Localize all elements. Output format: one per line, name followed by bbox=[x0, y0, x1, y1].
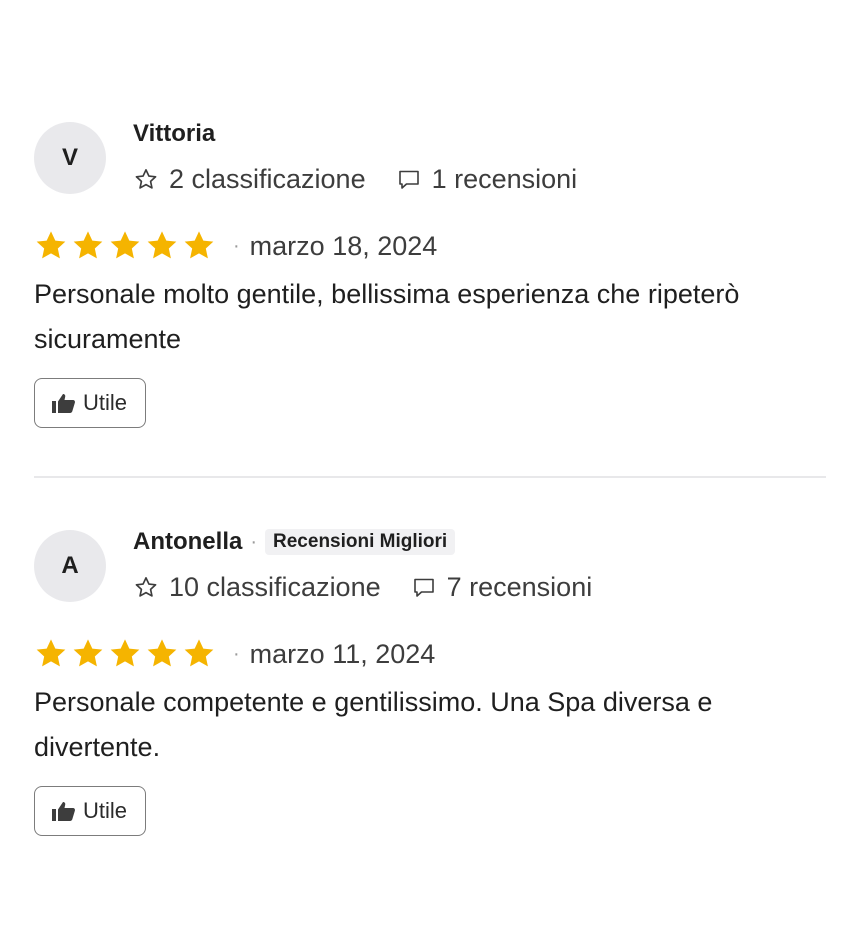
comment-icon bbox=[413, 578, 434, 597]
separator-dot: · bbox=[233, 234, 240, 257]
reviews-count-label: 7 recensioni bbox=[446, 572, 593, 602]
helpful-label: Utile bbox=[83, 798, 128, 823]
thumbs-up-icon bbox=[52, 802, 75, 821]
ratings-count-label: 2 classificazione bbox=[169, 164, 366, 194]
reviewer-name[interactable]: Antonella bbox=[133, 528, 242, 556]
reviews-list: V Vittoria 2 classificazione 1 recension… bbox=[34, 118, 826, 836]
review-item: A Antonella · Recensioni Migliori 10 cla… bbox=[34, 526, 826, 836]
star-icon bbox=[73, 231, 103, 259]
name-row: Antonella · Recensioni Migliori bbox=[133, 526, 592, 558]
avatar[interactable]: A bbox=[34, 530, 106, 602]
star-icon bbox=[110, 639, 140, 667]
star-icon bbox=[36, 639, 66, 667]
reviewer-name[interactable]: Vittoria bbox=[133, 120, 215, 148]
thumbs-up-icon bbox=[52, 394, 75, 413]
avatar[interactable]: V bbox=[34, 122, 106, 194]
review-header: V Vittoria 2 classificazione 1 recension… bbox=[34, 118, 826, 218]
ratings-count: 2 classificazione bbox=[133, 164, 366, 195]
reviews-count-label: 1 recensioni bbox=[431, 164, 578, 194]
star-icon bbox=[147, 639, 177, 667]
star-icon bbox=[36, 231, 66, 259]
star-icon bbox=[184, 231, 214, 259]
reviewer-info: Vittoria 2 classificazione 1 recensioni bbox=[133, 118, 577, 195]
rating-row: · marzo 11, 2024 bbox=[34, 636, 826, 672]
comment-icon bbox=[398, 170, 419, 189]
reviews-count: 1 recensioni bbox=[396, 164, 578, 195]
review-text: Personale molto gentile, bellissima espe… bbox=[34, 279, 740, 354]
star-icon bbox=[110, 231, 140, 259]
star-icon bbox=[73, 639, 103, 667]
separator-dot: · bbox=[233, 642, 240, 665]
review-header: A Antonella · Recensioni Migliori 10 cla… bbox=[34, 526, 826, 626]
reviews-count: 7 recensioni bbox=[411, 572, 593, 603]
review-item: V Vittoria 2 classificazione 1 recension… bbox=[34, 118, 826, 428]
review-text: Personale competente e gentilissimo. Una… bbox=[34, 687, 713, 762]
rating-row: · marzo 18, 2024 bbox=[34, 228, 826, 264]
reviewer-stats: 2 classificazione 1 recensioni bbox=[133, 164, 577, 195]
separator-dot: · bbox=[250, 530, 258, 553]
review-date: marzo 18, 2024 bbox=[249, 230, 438, 261]
star-icon bbox=[184, 639, 214, 667]
helpful-button[interactable]: Utile bbox=[34, 378, 147, 428]
star-outline-icon bbox=[135, 169, 157, 189]
helpful-label: Utile bbox=[83, 390, 128, 415]
reviewer-info: Antonella · Recensioni Migliori 10 class… bbox=[133, 526, 592, 603]
top-reviewer-badge: Recensioni Migliori bbox=[265, 529, 456, 555]
star-outline-icon bbox=[135, 577, 157, 597]
reviewer-stats: 10 classificazione 7 recensioni bbox=[133, 572, 592, 603]
helpful-button[interactable]: Utile bbox=[34, 786, 147, 836]
ratings-count-label: 10 classificazione bbox=[169, 572, 381, 602]
ratings-count: 10 classificazione bbox=[133, 572, 381, 603]
star-rating bbox=[34, 638, 219, 670]
star-icon bbox=[147, 231, 177, 259]
star-rating bbox=[34, 230, 219, 262]
review-date: marzo 11, 2024 bbox=[249, 638, 436, 669]
name-row: Vittoria bbox=[133, 118, 577, 150]
divider bbox=[34, 476, 826, 478]
